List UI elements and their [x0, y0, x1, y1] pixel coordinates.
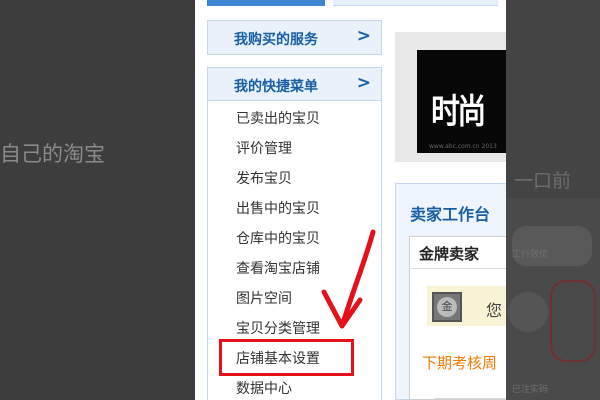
chevron-right-icon: >	[356, 26, 371, 46]
top-tab-active[interactable]	[207, 0, 325, 6]
menu-item-sold-items[interactable]: 已卖出的宝贝	[236, 108, 320, 128]
chevron-right-icon: >	[356, 73, 371, 93]
backdrop-right: 一口前 工行效优 已注实码	[506, 0, 600, 400]
menu-item-review-management[interactable]: 评价管理	[236, 138, 292, 158]
backdrop-left: 自己的淘宝	[0, 0, 195, 400]
banner-caption: www.abc.com.cn 2013	[429, 143, 497, 150]
sidebar-item-label: 我的快捷菜单	[234, 79, 318, 95]
sidebar-item-purchased-services[interactable]: 我购买的服务 >	[207, 20, 382, 55]
backdrop-right-highlight	[550, 280, 596, 362]
backdrop-right-button	[512, 226, 592, 266]
gold-seller-title: 金牌卖家	[419, 245, 480, 263]
next-review-link[interactable]: 下期考核周	[422, 352, 497, 373]
gold-seller-header: 金牌卖家	[410, 237, 506, 269]
backdrop-right-circle	[508, 292, 548, 332]
backdrop-left-text: 自己的淘宝	[0, 142, 105, 166]
menu-item-image-space[interactable]: 图片空间	[236, 288, 292, 308]
banner-image[interactable]: 时尚 www.abc.com.cn 2013	[417, 50, 506, 153]
divider	[434, 398, 506, 399]
menu-item-data-center[interactable]: 数据中心	[236, 378, 292, 398]
sidebar-item-label: 我购买的服务	[234, 32, 318, 48]
medal-text: 您	[486, 301, 503, 320]
annotation-highlight-box	[219, 339, 354, 376]
menu-item-view-store[interactable]: 查看淘宝店铺	[236, 258, 320, 278]
gold-medal-icon: 金	[432, 292, 462, 322]
banner-logo: 时尚	[431, 92, 486, 132]
medal-glyph: 金	[437, 297, 457, 317]
backdrop-right-small-b: 已注实码	[512, 385, 549, 395]
top-tab[interactable]	[333, 0, 498, 6]
backdrop-right-heading: 一口前	[514, 170, 572, 192]
annotation-arrow-icon	[321, 229, 376, 329]
menu-item-items-on-sale[interactable]: 出售中的宝贝	[236, 198, 320, 218]
menu-item-publish-item[interactable]: 发布宝贝	[236, 168, 292, 188]
backdrop-right-small-a: 工行效优	[512, 250, 549, 260]
main-panel: 我购买的服务 > 我的快捷菜单 > 已卖出的宝贝 评价管理 发布宝贝 出售中的宝…	[195, 0, 506, 400]
menu-item-items-in-warehouse[interactable]: 仓库中的宝贝	[236, 228, 320, 248]
sidebar-item-shortcut-menu[interactable]: 我的快捷菜单 >	[207, 67, 382, 101]
workbench-title: 卖家工作台	[410, 205, 491, 224]
menu-item-category-management[interactable]: 宝贝分类管理	[236, 318, 320, 338]
